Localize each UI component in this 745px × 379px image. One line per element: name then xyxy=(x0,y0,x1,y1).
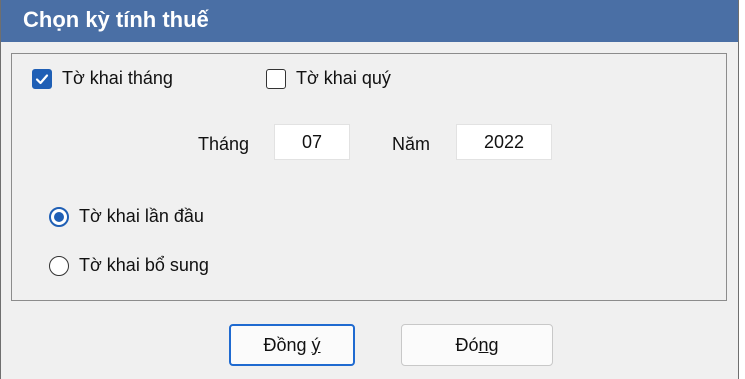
close-button-label: Đóng xyxy=(455,335,498,356)
supplementary-declaration-radio[interactable] xyxy=(49,255,69,276)
monthly-declaration-checkbox-row[interactable]: Tờ khai tháng xyxy=(32,68,173,89)
quarterly-declaration-checkbox[interactable] xyxy=(266,68,286,89)
ok-label-prefix: Đồng xyxy=(263,334,312,355)
period-group: Tờ khai tháng Tờ khai quý Tháng 07 Năm 2… xyxy=(11,53,727,301)
close-label-prefix: Đó xyxy=(455,334,479,355)
ok-label-mnemonic: ý xyxy=(311,334,321,355)
year-input[interactable]: 2022 xyxy=(456,124,552,160)
supplementary-declaration-label: Tờ khai bổ sung xyxy=(79,255,209,275)
month-input[interactable]: 07 xyxy=(274,124,350,160)
year-label: Năm xyxy=(392,134,431,154)
quarterly-declaration-checkbox-row[interactable]: Tờ khai quý xyxy=(266,68,391,89)
close-label-mnemonic: n xyxy=(478,334,489,355)
monthly-declaration-checkbox[interactable] xyxy=(32,68,52,89)
dialog-title: Chọn kỳ tính thuế xyxy=(23,7,209,32)
monthly-declaration-label: Tờ khai tháng xyxy=(62,68,173,88)
radio-selected-dot xyxy=(54,211,64,222)
supplementary-declaration-radio-row[interactable]: Tờ khai bổ sung xyxy=(49,255,209,276)
tax-period-dialog: Chọn kỳ tính thuế Tờ khai tháng Tờ khai … xyxy=(0,0,739,379)
ok-button-label: Đồng ý xyxy=(263,335,320,356)
title-bar[interactable]: Chọn kỳ tính thuế xyxy=(1,0,738,42)
quarterly-declaration-label: Tờ khai quý xyxy=(296,68,391,88)
first-declaration-label: Tờ khai lần đầu xyxy=(79,206,204,226)
close-label-suffix: g xyxy=(488,334,499,355)
month-label: Tháng xyxy=(198,134,250,154)
close-button[interactable]: Đóng xyxy=(401,324,553,366)
first-declaration-radio[interactable] xyxy=(49,206,69,227)
first-declaration-radio-row[interactable]: Tờ khai lần đầu xyxy=(49,206,204,227)
checkmark-icon xyxy=(35,73,49,84)
ok-button[interactable]: Đồng ý xyxy=(229,324,355,366)
